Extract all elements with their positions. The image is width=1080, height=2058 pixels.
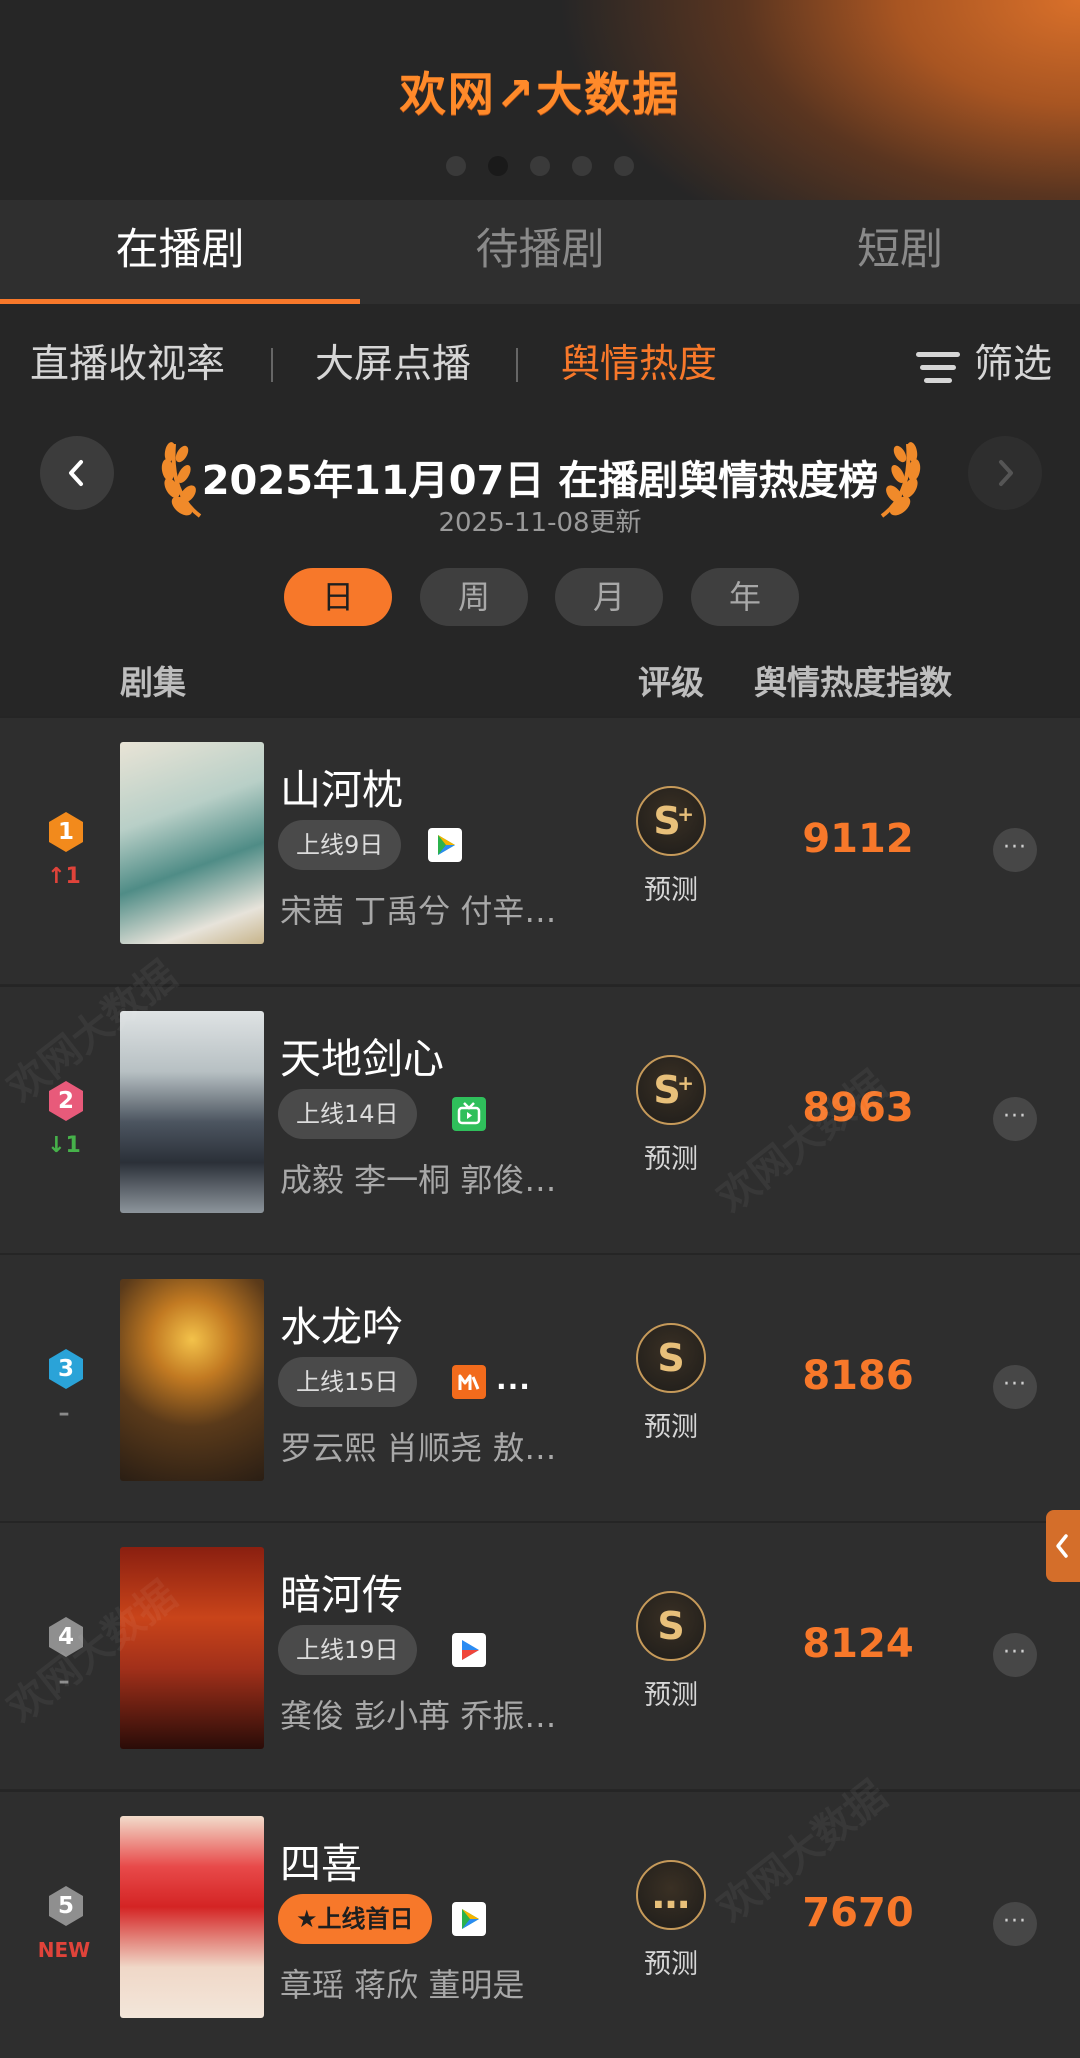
- cast-list: 章瑶 蒋欣 董明是: [280, 1966, 525, 2004]
- carousel-dot[interactable]: [530, 156, 550, 176]
- cast-list: 龚俊 彭小苒 乔振…: [280, 1697, 557, 1735]
- rating-badge: …: [636, 1860, 706, 1930]
- show-title[interactable]: 暗河传: [280, 1561, 403, 1621]
- sub-tabs: 直播收视率 大屏点播 舆情热度 筛选: [0, 330, 1080, 400]
- column-header-index: 舆情热度指数: [754, 663, 952, 702]
- poster-image[interactable]: [120, 1011, 264, 1213]
- tab-on-air[interactable]: 在播剧: [0, 200, 360, 304]
- play-icon: [428, 828, 462, 862]
- subtab-live-ratings[interactable]: 直播收视率: [30, 330, 225, 400]
- cast-list: 成毅 李一桐 郭俊…: [280, 1161, 557, 1199]
- column-header-show: 剧集: [120, 663, 186, 702]
- rank-number: 1: [57, 819, 74, 845]
- mango-icon: [452, 1365, 486, 1399]
- rank-badge: 1: [46, 810, 86, 854]
- more-options-icon[interactable]: ···: [993, 1902, 1037, 1946]
- rating-label: 预测: [644, 1949, 698, 1980]
- filter-label: 筛选: [973, 342, 1052, 387]
- rating-plus: +: [677, 802, 694, 826]
- online-days-pill: 上线14日: [278, 1089, 417, 1139]
- table-row[interactable]: 3 – 水龙吟 上线15日... 罗云熙 肖顺尧 敖… S 预测 8186 ···: [0, 1253, 1080, 1521]
- rating-badge: S +: [636, 786, 706, 856]
- rating-label: 预测: [644, 1412, 698, 1443]
- rating-plus: +: [677, 1071, 694, 1095]
- heat-index-value: 7670: [802, 1890, 914, 1936]
- banner-carousel[interactable]: 欢网↗大数据: [0, 0, 1080, 200]
- brand-logo: 欢网↗大数据: [399, 67, 681, 121]
- board-title: 2025年11月07日 在播剧舆情热度榜: [201, 458, 879, 504]
- period-year[interactable]: 年: [691, 568, 799, 626]
- rank-badge: 5: [46, 1884, 86, 1928]
- rating-grade: S: [657, 1336, 685, 1380]
- play-icon: [452, 1902, 486, 1936]
- tab-upcoming[interactable]: 待播剧: [360, 200, 720, 304]
- show-title[interactable]: 四喜: [280, 1830, 362, 1890]
- poster-image[interactable]: [120, 1279, 264, 1481]
- rank-number: 5: [57, 1893, 74, 1919]
- more-options-icon[interactable]: ···: [993, 1633, 1037, 1677]
- more-platforms[interactable]: ...: [496, 1363, 531, 1396]
- heat-index-value: 8186: [802, 1353, 914, 1399]
- rank-badge: 3: [46, 1347, 86, 1391]
- rating-grade: …: [652, 1873, 690, 1917]
- filter-icon: [915, 350, 960, 384]
- cast-list: 宋茜 丁禹兮 付辛…: [280, 892, 557, 930]
- carousel-dot[interactable]: [446, 156, 466, 176]
- online-days-pill: ★上线首日: [278, 1894, 432, 1944]
- online-days-pill: 上线15日: [278, 1357, 417, 1407]
- cast-list: 罗云熙 肖顺尧 敖…: [280, 1429, 557, 1467]
- rating-label: 预测: [644, 1680, 698, 1711]
- poster-image[interactable]: [120, 1816, 264, 2018]
- table-row[interactable]: 4– 暗河传 上线19日 龚俊 彭小苒 乔振… S 预测 8124 ···: [0, 1521, 1080, 1789]
- period-week[interactable]: 周: [420, 568, 528, 626]
- show-title[interactable]: 山河枕: [280, 756, 403, 816]
- carousel-indicator: [0, 156, 1080, 176]
- rank-change: ↑1: [47, 864, 81, 889]
- rating-label: 预测: [644, 875, 698, 906]
- more-options-icon[interactable]: ···: [993, 1365, 1037, 1409]
- heat-index-value: 9112: [802, 816, 914, 862]
- board-updated-time: 2025-11-08更新: [438, 508, 642, 538]
- rank-change: ↓1: [47, 1133, 81, 1158]
- online-days-pill: 上线9日: [278, 820, 402, 870]
- show-title[interactable]: 天地剑心: [280, 1025, 444, 1085]
- rating-badge: S: [636, 1323, 706, 1393]
- subtab-big-screen-vod[interactable]: 大屏点播: [315, 330, 471, 400]
- carousel-dot-active[interactable]: [488, 156, 508, 176]
- tab-short-drama[interactable]: 短剧: [720, 200, 1080, 304]
- heat-index-value: 8124: [802, 1621, 914, 1667]
- chevron-left-icon: [1056, 1534, 1068, 1558]
- rating-label: 预测: [644, 1144, 698, 1175]
- tv-icon: [452, 1097, 486, 1131]
- main-tabs: 在播剧 待播剧 短剧: [0, 200, 1080, 304]
- table-row[interactable]: 5 NEW 四喜 ★上线首日章瑶 蒋欣 董明是 … 预测 7670 ···: [0, 1790, 1080, 2058]
- rank-change: –: [58, 1401, 70, 1426]
- filter-button[interactable]: 筛选: [915, 330, 1052, 400]
- divider: [516, 348, 518, 382]
- subtab-public-opinion[interactable]: 舆情热度: [561, 330, 717, 400]
- carousel-dot[interactable]: [614, 156, 634, 176]
- column-header-rating: 评级: [638, 663, 704, 702]
- online-days-pill: 上线19日: [278, 1625, 417, 1675]
- rating-badge: S: [636, 1591, 706, 1661]
- more-options-icon[interactable]: ···: [993, 828, 1037, 872]
- divider: [271, 348, 273, 382]
- rank-change: NEW: [37, 1938, 91, 1962]
- rank-number: 3: [57, 1356, 74, 1382]
- poster-image[interactable]: [120, 742, 264, 944]
- period-day[interactable]: 日: [284, 568, 392, 626]
- table-row[interactable]: 2 ↓1 天地剑心 上线14日 成毅 李一桐 郭俊… S + 预测 8963 ···: [0, 985, 1080, 1253]
- rating-badge: S +: [636, 1055, 706, 1125]
- period-month[interactable]: 月: [555, 568, 663, 626]
- show-title[interactable]: 水龙吟: [280, 1293, 403, 1353]
- more-options-icon[interactable]: ···: [993, 1097, 1037, 1141]
- side-drawer-handle[interactable]: [1046, 1510, 1080, 1582]
- youku-icon: [452, 1633, 486, 1667]
- table-row[interactable]: 1 ↑1 山河枕 上线9日宋茜 丁禹兮 付辛… S + 预测 9112 ···: [0, 716, 1080, 984]
- rating-grade: S: [657, 1604, 685, 1648]
- carousel-dot[interactable]: [572, 156, 592, 176]
